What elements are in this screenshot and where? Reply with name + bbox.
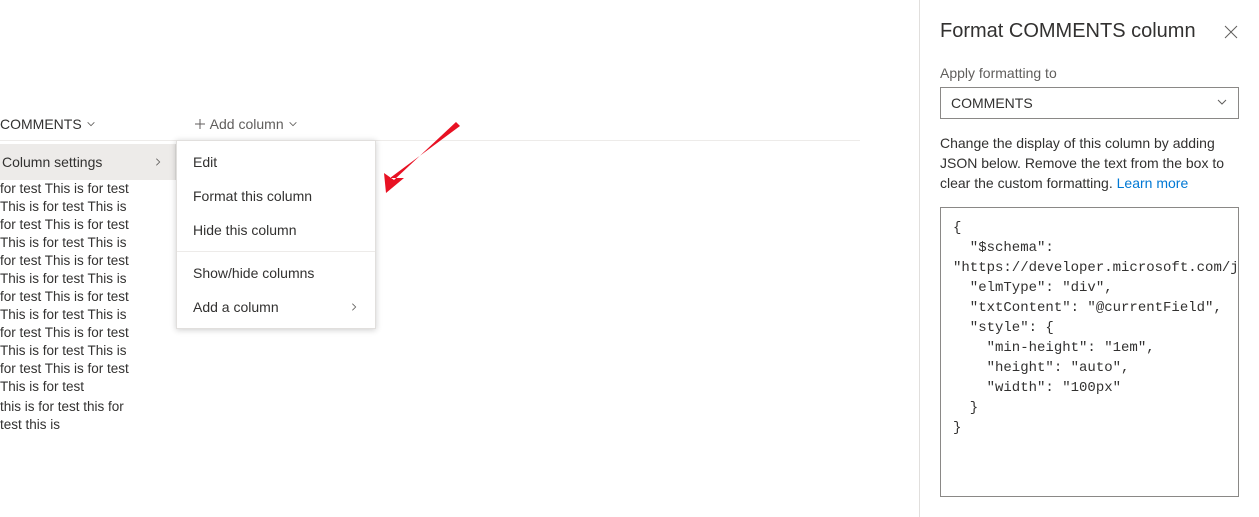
annotation-arrow-icon xyxy=(360,118,470,198)
column-settings-item[interactable]: Column settings xyxy=(0,144,176,180)
close-icon xyxy=(1223,24,1239,40)
panel-description: Change the display of this column by add… xyxy=(940,133,1239,193)
learn-more-link[interactable]: Learn more xyxy=(1117,175,1189,191)
menu-hide-column[interactable]: Hide this column xyxy=(177,213,375,247)
panel-title: Format COMMENTS column xyxy=(940,20,1196,43)
menu-add-column[interactable]: Add a column xyxy=(177,290,375,324)
menu-edit[interactable]: Edit xyxy=(177,145,375,179)
close-button[interactable] xyxy=(1223,24,1239,40)
chevron-down-icon xyxy=(288,119,298,129)
format-column-panel: Format COMMENTS column Apply formatting … xyxy=(919,0,1259,517)
chevron-right-icon xyxy=(153,154,163,170)
list-item: for test This is for test This is for te… xyxy=(0,180,138,398)
dropdown-value: COMMENTS xyxy=(951,95,1033,111)
column-context-menu: Edit Format this column Hide this column… xyxy=(176,140,376,329)
menu-separator xyxy=(177,251,375,252)
chevron-right-icon xyxy=(349,299,359,315)
json-formatting-textarea[interactable]: { "$schema": "https://developer.microsof… xyxy=(940,207,1239,497)
list-item: this is for test this for test this is xyxy=(0,398,138,436)
add-column-button[interactable]: Add column xyxy=(194,116,298,132)
menu-show-hide-columns[interactable]: Show/hide columns xyxy=(177,256,375,290)
add-column-label: Add column xyxy=(210,116,284,132)
plus-icon xyxy=(194,118,206,130)
column-header-comments[interactable]: COMMENTS xyxy=(0,116,104,132)
chevron-down-icon xyxy=(86,119,96,129)
chevron-down-icon xyxy=(1216,95,1228,111)
column-header-label: COMMENTS xyxy=(0,116,82,132)
header-divider xyxy=(0,140,860,141)
apply-formatting-dropdown[interactable]: COMMENTS xyxy=(940,87,1239,119)
menu-format-column[interactable]: Format this column xyxy=(177,179,375,213)
list-data: for test This is for test This is for te… xyxy=(0,180,138,436)
column-settings-label: Column settings xyxy=(2,154,102,170)
apply-formatting-label: Apply formatting to xyxy=(940,65,1239,81)
